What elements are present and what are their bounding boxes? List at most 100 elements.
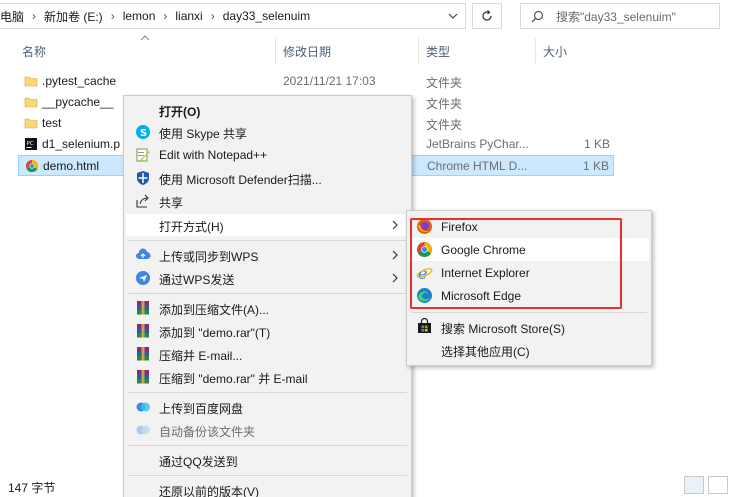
menu-item-compress-demo-email[interactable]: 压缩到 "demo.rar" 并 E-mail [126,366,409,388]
menu-item-label: 添加到压缩文件(A)... [159,303,269,317]
menu-divider [128,392,407,393]
file-type: 文件夹 [426,118,463,132]
view-toggle [684,476,728,494]
winrar-icon [137,347,149,361]
breadcrumb-lianxi[interactable]: lianxi [170,9,207,23]
menu-item-share[interactable]: 共享 [126,190,409,212]
defender-shield-icon [137,171,149,185]
menu-divider [128,475,407,476]
menu-item-notepadpp[interactable]: Edit with Notepad++ [126,144,409,166]
annotation-highlight-box [410,218,622,309]
breadcrumb-this-pc[interactable]: 电脑 [0,8,29,25]
column-header-type-label: 类型 [426,44,451,59]
column-header-type[interactable]: 类型 [418,38,534,64]
column-header-date-label: 修改日期 [283,44,332,59]
search-box[interactable]: 搜索"day33_selenuim" [520,3,720,29]
store-icon [418,318,431,333]
column-header-name[interactable]: 名称 [14,38,272,64]
submenu-item-label: 搜索 Microsoft Store(S) [441,322,566,336]
file-type: Chrome HTML D... [427,159,528,173]
breadcrumb-lemon[interactable]: lemon [118,9,161,23]
wps-send-icon [136,271,150,285]
menu-item-skype-share[interactable]: S 使用 Skype 共享 [126,121,409,143]
search-input[interactable]: 搜索"day33_selenuim" [556,8,676,25]
menu-divider [411,312,647,313]
address-bar-area: 电脑 › 新加卷 (E:) › lemon › lianxi › day33_s… [0,0,734,32]
address-bar[interactable]: 电脑 › 新加卷 (E:) › lemon › lianxi › day33_s… [0,3,466,29]
search-icon [531,10,544,22]
menu-divider [128,240,407,241]
file-name[interactable]: test [42,116,61,130]
breadcrumb-drive[interactable]: 新加卷 (E:) [39,8,108,25]
winrar-icon [137,370,149,384]
menu-divider [128,445,407,446]
menu-item-label: 自动备份该文件夹 [159,425,256,439]
menu-item-label: 通过QQ发送到 [159,455,238,469]
menu-item-restore-versions[interactable]: 还原以前的版本(V) [126,479,409,497]
pycharm-file-icon: PC [25,138,37,150]
menu-item-label: 压缩并 E-mail... [159,349,243,363]
notepadpp-icon [136,148,150,162]
menu-item-label: 添加到 "demo.rar"(T) [159,326,271,340]
file-type: 文件夹 [426,97,463,111]
column-header-size[interactable]: 大小 [535,38,615,64]
menu-item-compress-email[interactable]: 压缩并 E-mail... [126,343,409,365]
file-name[interactable]: __pycache__ [42,95,113,109]
file-row[interactable]: .pytest_cache 2021/11/21 17:03 文件夹 [18,71,614,92]
file-type: JetBrains PyChar... [426,137,529,151]
chrome-file-icon [26,160,39,173]
share-icon [136,194,149,208]
chevron-down-icon[interactable] [445,8,461,24]
menu-item-auto-backup[interactable]: 自动备份该文件夹 [126,419,409,441]
breadcrumb-separator-icon[interactable]: › [29,9,39,23]
file-name[interactable]: d1_selenium.p [42,137,120,151]
menu-item-label: 共享 [159,196,184,210]
chevron-right-icon [392,250,398,260]
refresh-icon [482,10,492,21]
breadcrumb-separator-icon[interactable]: › [108,9,118,23]
menu-item-defender-scan[interactable]: 使用 Microsoft Defender扫描... [126,167,409,189]
menu-item-open-with[interactable]: 打开方式(H) [126,214,409,236]
menu-divider [128,293,407,294]
menu-item-qq-send[interactable]: 通过QQ发送到 [126,449,409,471]
menu-item-label: 压缩到 "demo.rar" 并 E-mail [159,372,308,386]
menu-item-label: 通过WPS发送 [159,273,235,287]
breadcrumb-separator-icon[interactable]: › [160,9,170,23]
menu-item-label: Edit with Notepad++ [159,148,268,162]
context-menu: 打开(O) S 使用 Skype 共享 Edit with Notepad++ … [123,95,412,497]
menu-item-open[interactable]: 打开(O) [126,99,409,121]
breadcrumb-separator-icon[interactable]: › [208,9,218,23]
menu-item-add-demo-rar[interactable]: 添加到 "demo.rar"(T) [126,320,409,342]
chevron-right-icon [392,273,398,283]
submenu-item-choose-other[interactable]: 选择其他应用(C) [409,338,649,361]
baidu-netdisk-icon [136,402,150,412]
file-size: 1 KB [583,137,610,151]
submenu-item-microsoft-store[interactable]: 搜索 Microsoft Store(S) [409,315,649,338]
menu-item-add-archive[interactable]: 添加到压缩文件(A)... [126,297,409,319]
winrar-icon [137,324,149,338]
folder-icon [24,97,38,108]
skype-icon: S [136,125,150,139]
file-name[interactable]: demo.html [43,159,99,173]
svg-text:S: S [140,128,147,139]
column-header-date[interactable]: 修改日期 [275,38,418,64]
column-header-size-label: 大小 [543,44,568,59]
menu-item-wps-send[interactable]: 通过WPS发送 [126,267,409,289]
folder-icon [24,76,38,87]
chevron-right-icon [392,220,398,230]
file-date: 2021/11/21 17:03 [283,74,376,88]
menu-item-label: 还原以前的版本(V) [159,485,259,497]
menu-item-label: 使用 Microsoft Defender扫描... [159,173,322,187]
large-icons-view-icon[interactable] [708,476,728,494]
folder-icon [24,118,38,129]
menu-item-label: 上传到百度网盘 [159,402,244,416]
menu-item-wps-upload[interactable]: 上传或同步到WPS [126,244,409,266]
file-name[interactable]: .pytest_cache [42,74,116,88]
menu-item-baidu-upload[interactable]: 上传到百度网盘 [126,396,409,418]
menu-item-label: 打开(O) [159,105,201,119]
menu-item-label: 使用 Skype 共享 [159,127,248,141]
file-type: 文件夹 [426,76,463,90]
breadcrumb-current-folder[interactable]: day33_selenuim [218,9,315,23]
refresh-button[interactable] [472,3,502,29]
details-view-icon[interactable] [684,476,704,494]
